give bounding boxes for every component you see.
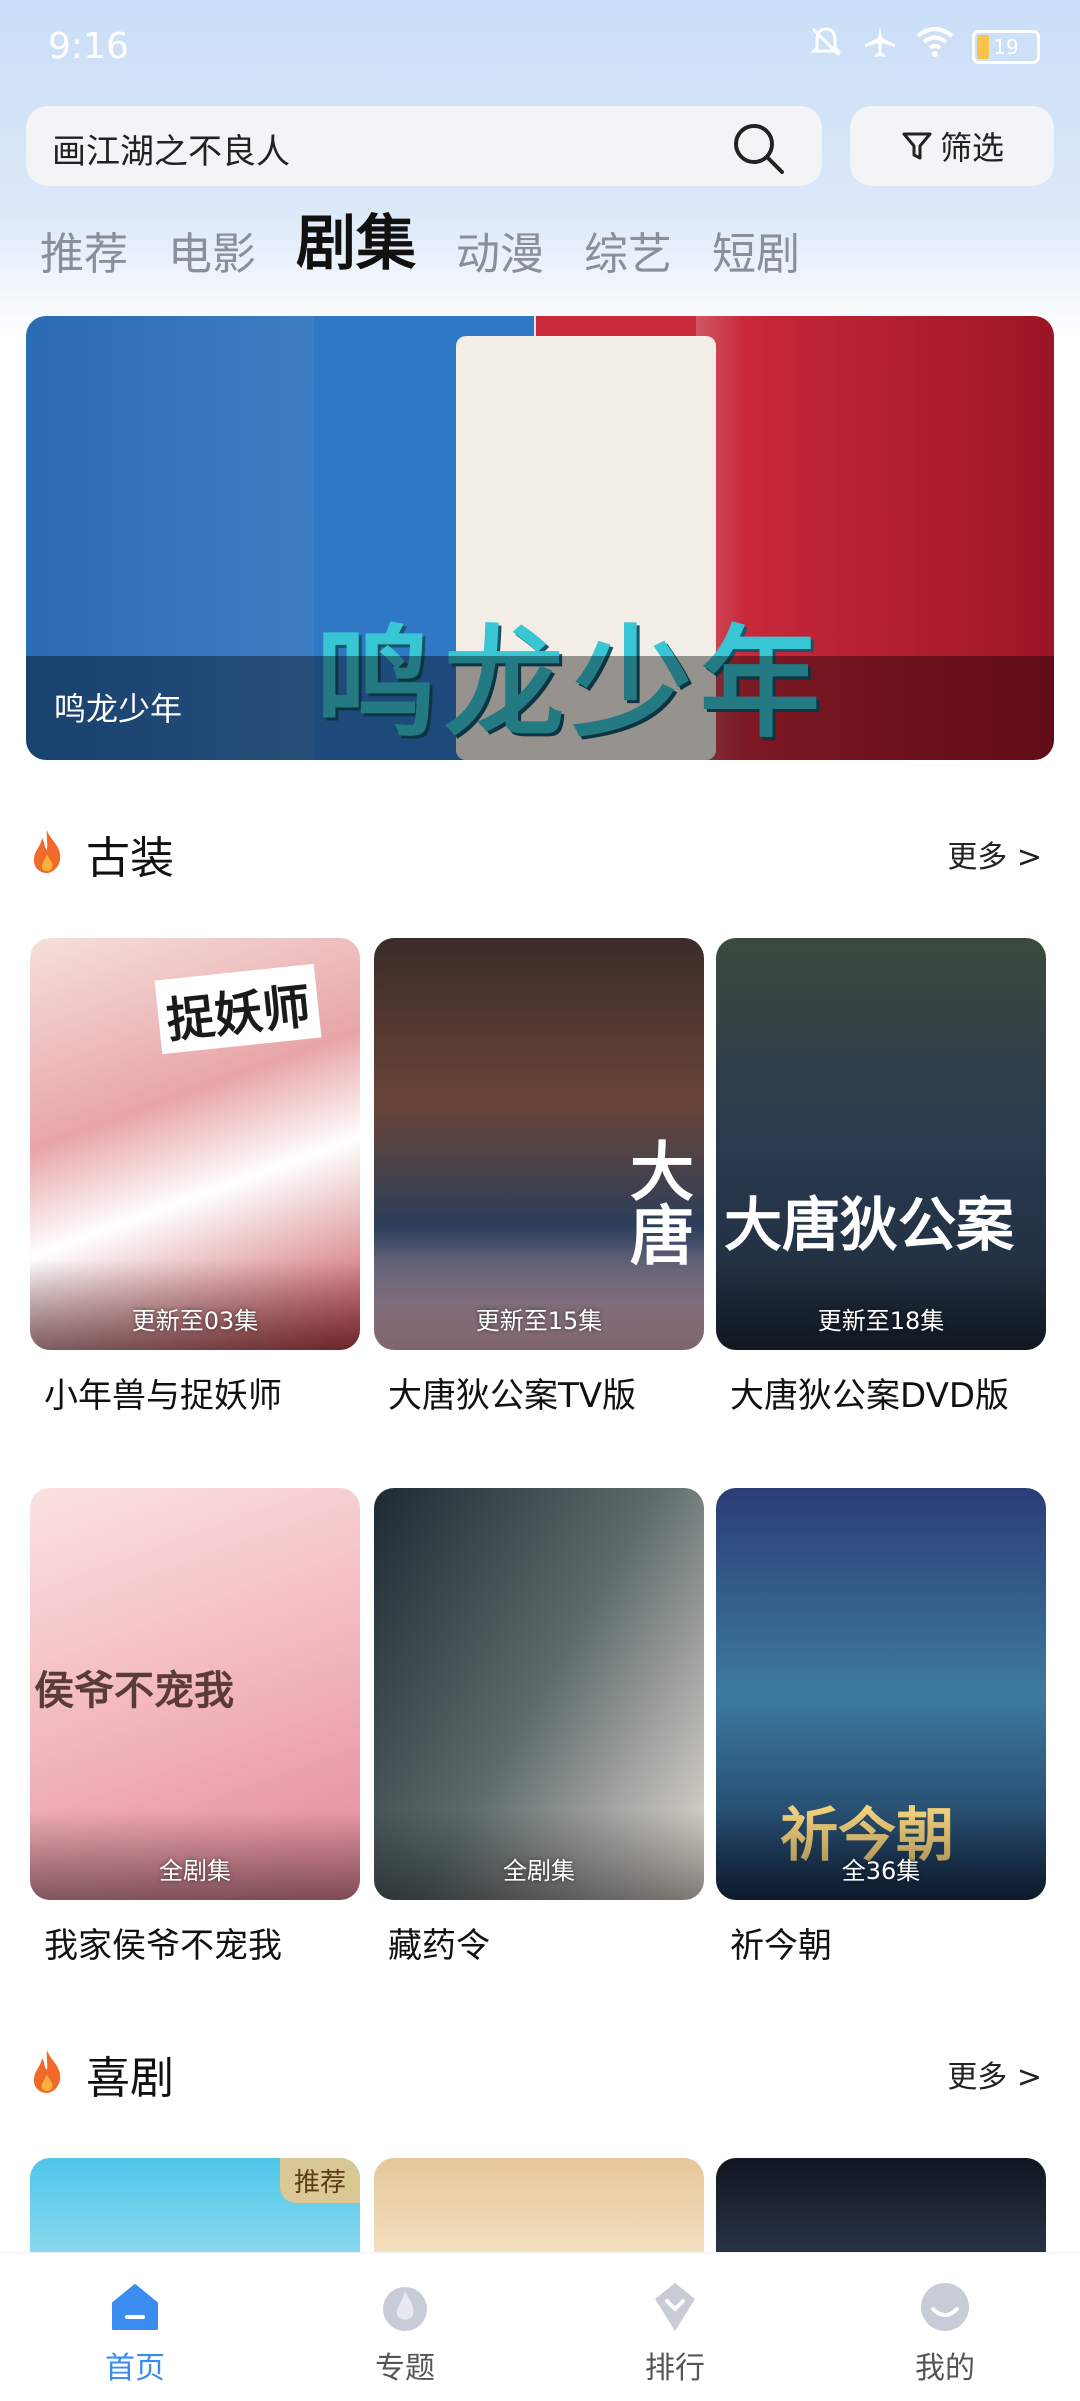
- section-title: 古装: [86, 833, 174, 884]
- poster-image: 推荐: [30, 2158, 360, 2252]
- drama-title: 大唐狄公案DVD版: [730, 1376, 1010, 1416]
- tab-anime[interactable]: 动漫: [456, 218, 544, 282]
- nav-label: 我的: [915, 2351, 975, 2386]
- nav-label: 首页: [105, 2351, 165, 2386]
- nav-profile[interactable]: 我的: [810, 2253, 1080, 2401]
- wifi-icon: [916, 26, 954, 67]
- ranking-icon: [655, 2283, 695, 2331]
- nav-ranking[interactable]: 排行: [540, 2253, 810, 2401]
- home-icon: [112, 2284, 158, 2330]
- drama-card[interactable]: [716, 2158, 1046, 2252]
- poster-title-art: 大唐狄公案: [724, 1191, 1015, 1259]
- tab-recommend[interactable]: 推荐: [40, 218, 128, 282]
- drama-card[interactable]: [374, 2158, 704, 2252]
- nav-label: 专题: [375, 2351, 435, 2386]
- category-tabs: 推荐 电影 剧集 动漫 综艺 短剧: [40, 208, 800, 282]
- drama-card[interactable]: 推荐: [30, 2158, 360, 2252]
- tab-series[interactable]: 剧集: [296, 195, 416, 282]
- tab-variety[interactable]: 综艺: [584, 218, 672, 282]
- drama-card[interactable]: 捉妖师 更新至03集 小年兽与捉妖师: [30, 938, 360, 1417]
- poster-image: 侯爷不宠我 全剧集: [30, 1488, 360, 1900]
- poster-image: 全剧集: [374, 1488, 704, 1900]
- episode-badge: 更新至03集: [131, 1307, 259, 1335]
- tab-short-drama[interactable]: 短剧: [712, 218, 800, 282]
- poster-title-art: 大唐: [619, 1138, 694, 1266]
- poster-title-art: 捉妖师: [154, 963, 322, 1055]
- poster-image: [716, 2158, 1046, 2252]
- drama-card[interactable]: 侯爷不宠我 全剧集 我家侯爷不宠我: [30, 1488, 360, 1967]
- search-icon[interactable]: [726, 116, 792, 182]
- featured-banner[interactable]: 鸣龙少年 鸣龙少年: [26, 316, 1054, 760]
- drama-card[interactable]: 全剧集 藏药令: [374, 1488, 704, 1967]
- status-icons: 19: [808, 24, 1040, 69]
- poster-image: 捉妖师 更新至03集: [30, 938, 360, 1350]
- status-time: 9:16: [48, 26, 129, 67]
- drama-card[interactable]: 大唐狄公案 更新至18集 大唐狄公案DVD版: [716, 938, 1046, 1417]
- search-query: 画江湖之不良人: [52, 132, 290, 172]
- status-bar: 9:16 19: [0, 0, 1080, 100]
- drama-title: 藏药令: [388, 1926, 490, 1966]
- episode-badge: 全剧集: [503, 1857, 575, 1885]
- drama-title: 小年兽与捉妖师: [44, 1376, 282, 1416]
- bottom-nav: 首页 专题 排行 我的: [0, 2252, 1080, 2401]
- episode-badge: 全剧集: [159, 1857, 231, 1885]
- drama-title: 祈今朝: [730, 1926, 832, 1966]
- filter-label: 筛选: [939, 129, 1004, 167]
- section-header-costume: 古装 更多 >: [30, 822, 1050, 884]
- battery-level: 19: [993, 34, 1019, 59]
- more-link[interactable]: 更多 >: [947, 2052, 1042, 2096]
- topic-icon: [383, 2287, 427, 2331]
- drama-card[interactable]: 大唐 更新至15集 大唐狄公案TV版: [374, 938, 704, 1417]
- poster-image: [374, 2158, 704, 2252]
- drama-card[interactable]: 祈今朝 全36集 祈今朝: [716, 1488, 1046, 1967]
- episode-badge: 更新至15集: [475, 1307, 603, 1335]
- battery-icon: 19: [972, 29, 1040, 64]
- fire-icon: [33, 830, 61, 873]
- section-title: 喜剧: [86, 2053, 174, 2104]
- airplane-icon: [862, 24, 898, 69]
- filter-icon: [902, 132, 932, 160]
- poster-image: 大唐 更新至15集: [374, 938, 704, 1350]
- nav-home[interactable]: 首页: [0, 2253, 270, 2401]
- fire-icon: [33, 2050, 61, 2093]
- episode-badge: 更新至18集: [817, 1307, 945, 1335]
- tab-movie[interactable]: 电影: [168, 218, 256, 282]
- poster-title-art: 侯爷不宠我: [34, 1667, 234, 1714]
- poster-image: 大唐狄公案 更新至18集: [716, 938, 1046, 1350]
- episode-badge: 全36集: [841, 1857, 921, 1885]
- mute-icon: [808, 24, 844, 69]
- search-input[interactable]: 画江湖之不良人: [26, 106, 822, 186]
- filter-button[interactable]: 筛选: [850, 106, 1054, 186]
- nav-label: 排行: [645, 2351, 705, 2386]
- section-header-comedy: 喜剧 更多 >: [30, 2042, 1050, 2104]
- recommend-badge: 推荐: [279, 2158, 360, 2203]
- more-link[interactable]: 更多 >: [947, 832, 1042, 876]
- banner-caption: 鸣龙少年: [54, 690, 183, 728]
- drama-title: 我家侯爷不宠我: [44, 1926, 282, 1966]
- profile-icon: [921, 2283, 969, 2331]
- nav-topic[interactable]: 专题: [270, 2253, 540, 2401]
- poster-image: 祈今朝 全36集: [716, 1488, 1046, 1900]
- drama-title: 大唐狄公案TV版: [388, 1376, 637, 1416]
